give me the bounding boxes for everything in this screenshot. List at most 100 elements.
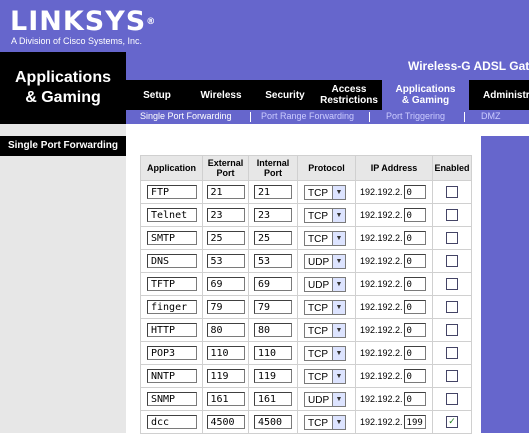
application-name-input[interactable]: POP3 — [147, 346, 197, 360]
application-name-input[interactable]: Telnet — [147, 208, 197, 222]
enabled-checkbox[interactable] — [446, 324, 458, 336]
internal-port-input[interactable]: 79 — [254, 300, 292, 314]
ip-last-octet-input[interactable]: 0 — [403, 300, 426, 314]
dropdown-arrow-icon[interactable]: ▼ — [333, 414, 346, 430]
internal-port-input[interactable]: 119 — [254, 369, 292, 383]
tab-setup[interactable]: Setup — [126, 80, 188, 110]
internal-port-input[interactable]: 80 — [254, 323, 292, 337]
ip-last-octet-input[interactable]: 0 — [403, 208, 426, 222]
internal-port-input[interactable]: 161 — [254, 392, 292, 406]
ip-prefix: 192.192.2. — [360, 302, 403, 312]
cell-application: finger — [140, 295, 203, 319]
subtab-single-port-forwarding[interactable]: Single Port Forwarding — [140, 111, 232, 121]
external-port-input[interactable]: 53 — [206, 254, 245, 268]
ip-last-octet-input[interactable]: 0 — [403, 185, 426, 199]
internal-port-input[interactable]: 25 — [254, 231, 292, 245]
protocol-value: TCP — [304, 322, 333, 338]
enabled-checkbox[interactable] — [446, 232, 458, 244]
ip-last-octet-input[interactable]: 0 — [403, 323, 426, 337]
protocol-value: TCP — [304, 184, 333, 200]
protocol-select[interactable]: TCP ▼ — [304, 368, 355, 384]
tab-access-restrictions[interactable]: Access Restrictions — [318, 80, 380, 110]
dropdown-arrow-icon[interactable]: ▼ — [333, 230, 346, 246]
registered-mark: ® — [146, 17, 157, 27]
enabled-checkbox[interactable] — [446, 186, 458, 198]
cell-external-port: 53 — [202, 249, 249, 273]
section-title-line1: Applications — [14, 69, 111, 86]
application-name-input[interactable]: finger — [147, 300, 197, 314]
ip-last-octet-input[interactable]: 0 — [403, 369, 426, 383]
external-port-input[interactable]: 80 — [206, 323, 245, 337]
tab-administration[interactable]: Administra — [471, 80, 529, 110]
application-name-input[interactable]: FTP — [147, 185, 197, 199]
external-port-input[interactable]: 119 — [206, 369, 245, 383]
application-name-input[interactable]: NNTP — [147, 369, 197, 383]
dropdown-arrow-icon[interactable]: ▼ — [333, 299, 346, 315]
dropdown-arrow-icon[interactable]: ▼ — [333, 276, 346, 292]
internal-port-input[interactable]: 4500 — [254, 415, 292, 429]
external-port-input[interactable]: 110 — [206, 346, 245, 360]
protocol-select[interactable]: UDP ▼ — [304, 276, 355, 292]
external-port-input[interactable]: 25 — [206, 231, 245, 245]
application-name-input[interactable]: HTTP — [147, 323, 197, 337]
enabled-checkbox[interactable] — [446, 255, 458, 267]
protocol-select[interactable]: TCP ▼ — [304, 299, 355, 315]
application-name-input[interactable]: SMTP — [147, 231, 197, 245]
dropdown-arrow-icon[interactable]: ▼ — [333, 368, 346, 384]
external-port-input[interactable]: 21 — [206, 185, 245, 199]
protocol-select[interactable]: TCP ▼ — [304, 230, 355, 246]
ip-last-octet-input[interactable]: 0 — [403, 346, 426, 360]
ip-last-octet-input[interactable]: 0 — [403, 277, 426, 291]
subtab-port-range-forwarding[interactable]: Port Range Forwarding — [261, 111, 354, 121]
subtab-port-triggering[interactable]: Port Triggering — [386, 111, 445, 121]
protocol-select[interactable]: UDP ▼ — [304, 253, 355, 269]
external-port-input[interactable]: 79 — [206, 300, 245, 314]
cell-internal-port: 161 — [248, 387, 298, 411]
internal-port-input[interactable]: 69 — [254, 277, 292, 291]
internal-port-input[interactable]: 21 — [254, 185, 292, 199]
internal-port-input[interactable]: 110 — [254, 346, 292, 360]
enabled-checkbox[interactable] — [446, 370, 458, 382]
ip-last-octet-input[interactable]: 0 — [403, 231, 426, 245]
protocol-select[interactable]: UDP ▼ — [304, 391, 355, 407]
dropdown-arrow-icon[interactable]: ▼ — [333, 207, 346, 223]
dropdown-arrow-icon[interactable]: ▼ — [333, 253, 346, 269]
application-name-input[interactable]: DNS — [147, 254, 197, 268]
ip-last-octet-input[interactable]: 0 — [403, 254, 426, 268]
ip-last-octet-input[interactable]: 199 — [403, 415, 426, 429]
table-row: NNTP 119 119 TCP ▼ 192.192.2. 0 — [140, 364, 472, 388]
enabled-checkbox[interactable]: ✓ — [446, 416, 458, 428]
protocol-select[interactable]: TCP ▼ — [304, 184, 355, 200]
external-port-input[interactable]: 4500 — [206, 415, 245, 429]
enabled-checkbox[interactable] — [446, 393, 458, 405]
application-name-input[interactable]: TFTP — [147, 277, 197, 291]
header-internal-port: Internal Port — [248, 155, 298, 181]
header-external-port: External Port — [202, 155, 249, 181]
tab-security[interactable]: Security — [254, 80, 316, 110]
enabled-checkbox[interactable] — [446, 301, 458, 313]
application-name-input[interactable]: dcc — [147, 415, 197, 429]
dropdown-arrow-icon[interactable]: ▼ — [333, 322, 346, 338]
protocol-select[interactable]: TCP ▼ — [304, 414, 355, 430]
tab-applications-gaming[interactable]: Applications & Gaming — [382, 80, 469, 110]
external-port-input[interactable]: 69 — [206, 277, 245, 291]
subtab-dmz[interactable]: DMZ — [481, 111, 501, 121]
tab-wireless[interactable]: Wireless — [190, 80, 252, 110]
ip-last-octet-input[interactable]: 0 — [403, 392, 426, 406]
enabled-checkbox[interactable] — [446, 347, 458, 359]
dropdown-arrow-icon[interactable]: ▼ — [333, 391, 346, 407]
cell-external-port: 69 — [202, 272, 249, 296]
protocol-select[interactable]: TCP ▼ — [304, 207, 355, 223]
protocol-select[interactable]: TCP ▼ — [304, 322, 355, 338]
application-name-input[interactable]: SNMP — [147, 392, 197, 406]
enabled-checkbox[interactable] — [446, 209, 458, 221]
internal-port-input[interactable]: 23 — [254, 208, 292, 222]
external-port-input[interactable]: 23 — [206, 208, 245, 222]
external-port-input[interactable]: 161 — [206, 392, 245, 406]
protocol-select[interactable]: TCP ▼ — [304, 345, 355, 361]
product-name: Wireless-G ADSL Gatewa — [408, 59, 529, 73]
enabled-checkbox[interactable] — [446, 278, 458, 290]
dropdown-arrow-icon[interactable]: ▼ — [333, 345, 346, 361]
internal-port-input[interactable]: 53 — [254, 254, 292, 268]
dropdown-arrow-icon[interactable]: ▼ — [333, 184, 346, 200]
